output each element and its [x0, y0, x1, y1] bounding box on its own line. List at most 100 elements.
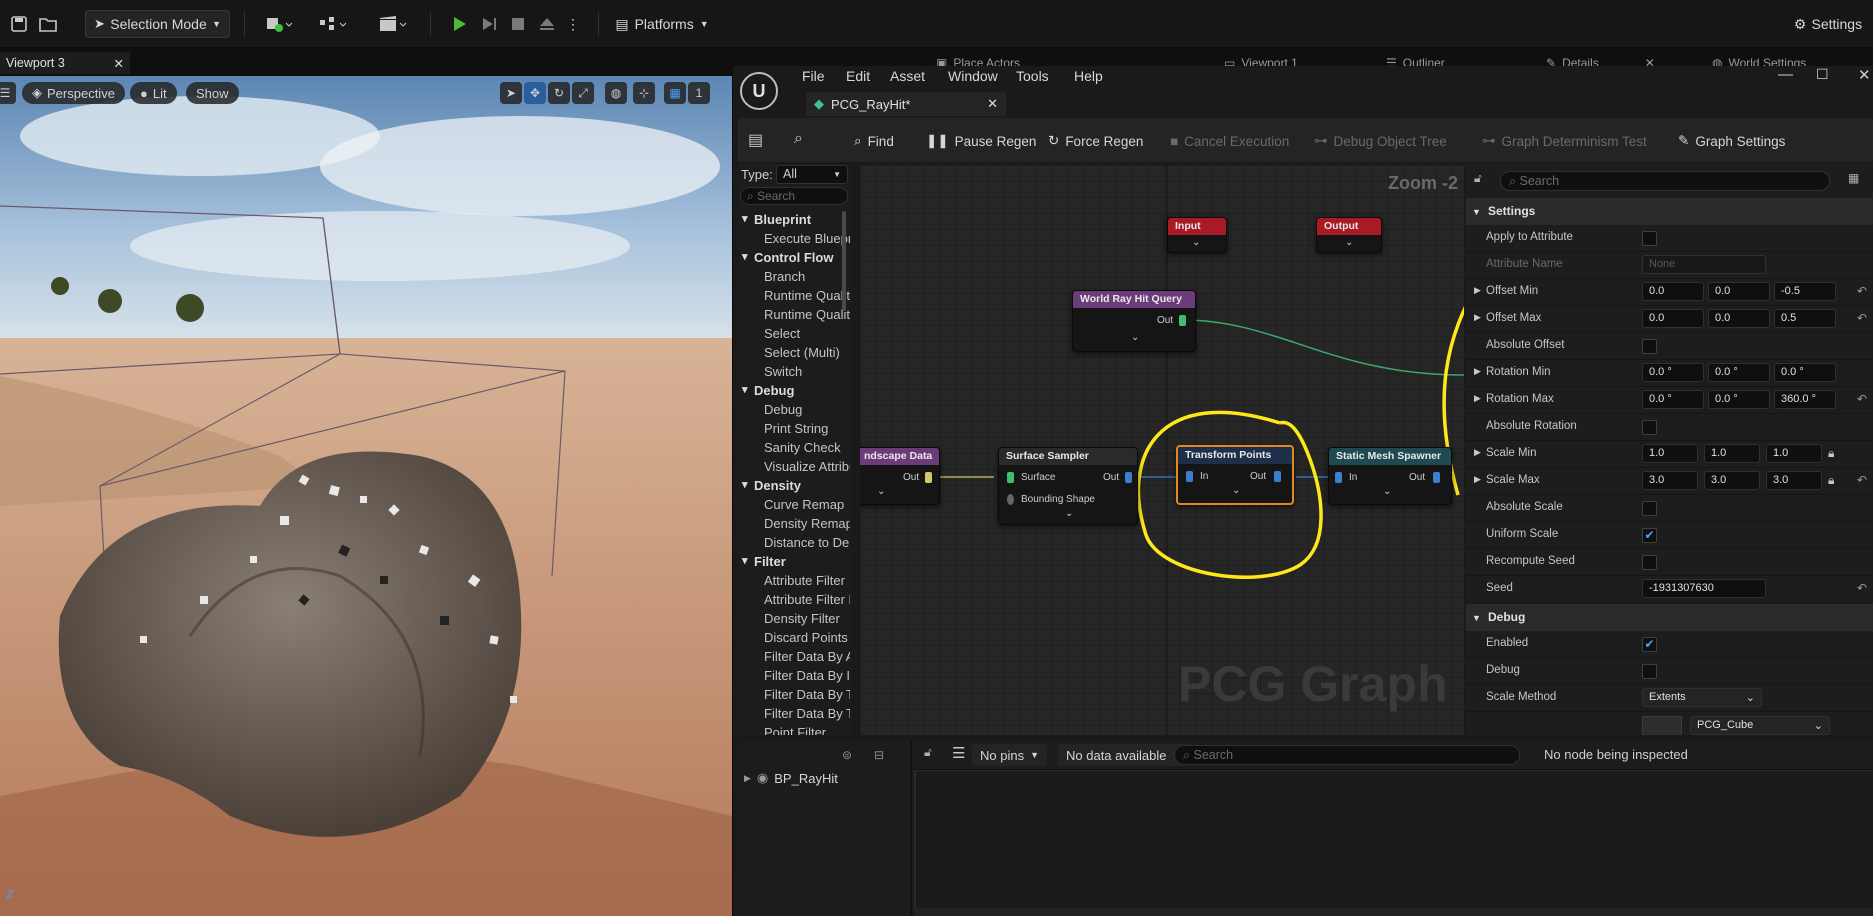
chevron-down-icon[interactable]: ⌄: [1345, 237, 1353, 248]
chevron-down-icon[interactable]: ⌄: [1232, 485, 1240, 496]
node-landscape-data[interactable]: ndscape Data Out ⌄: [860, 447, 940, 505]
palette-item[interactable]: Curve Remap: [764, 497, 850, 512]
enabled-checkbox[interactable]: ✔: [1642, 637, 1657, 652]
filter-icon[interactable]: ☰: [952, 744, 965, 762]
uniform-scale-checkbox[interactable]: ✔: [1642, 528, 1657, 543]
menu-help[interactable]: Help: [1074, 68, 1103, 84]
palette-item[interactable]: Discard Points: [764, 630, 850, 645]
rotation-min-z[interactable]: 0.0 °: [1774, 363, 1836, 382]
chevron-right-icon[interactable]: ▶: [1474, 447, 1481, 458]
offset-min-y[interactable]: 0.0: [1708, 282, 1770, 301]
lock-icon[interactable]: 🔒︎: [1828, 446, 1834, 461]
close-window-icon[interactable]: ✕: [1858, 66, 1871, 84]
content-browser-icon[interactable]: [34, 10, 62, 38]
data-dropdown[interactable]: No data available▼: [1058, 744, 1190, 766]
palette-category[interactable]: ▾ Filter: [742, 554, 786, 569]
attribute-name-field[interactable]: None: [1642, 255, 1766, 274]
offset-max-z[interactable]: 0.5: [1774, 309, 1836, 328]
palette-item[interactable]: Filter Data By Tag: [764, 687, 850, 702]
surface-snap-icon[interactable]: ⊹: [633, 82, 655, 104]
palette-item[interactable]: Select: [764, 326, 850, 341]
save-icon[interactable]: ▤: [748, 130, 763, 150]
tab-pcg-rayhit[interactable]: ◆ PCG_RayHit* ✕: [806, 92, 1006, 116]
grid-snap-icon[interactable]: ▦: [664, 82, 686, 104]
determinism-test-button[interactable]: ⊶ Graph Determinism Test: [1482, 130, 1647, 152]
node-output[interactable]: Output ⌄: [1316, 217, 1382, 253]
output-pin[interactable]: [1179, 315, 1186, 326]
reset-icon[interactable]: ↶: [1857, 311, 1867, 325]
palette-item[interactable]: Filter Data By Index: [764, 668, 850, 683]
table-view-icon[interactable]: ▦: [1848, 171, 1859, 185]
step-icon[interactable]: [476, 10, 502, 38]
debug-section-header[interactable]: ▼ Debug: [1466, 604, 1873, 631]
debug-object-tree-button[interactable]: ⊶ Debug Object Tree: [1314, 130, 1447, 152]
palette-item[interactable]: Debug: [764, 402, 850, 417]
blueprint-icon[interactable]: [312, 10, 354, 38]
palette-category[interactable]: ▾ Density: [742, 478, 801, 493]
save-all-icon[interactable]: [6, 10, 32, 38]
scale-min-z[interactable]: 1.0: [1766, 444, 1822, 463]
menu-asset[interactable]: Asset: [890, 68, 925, 84]
scale-min-x[interactable]: 1.0: [1642, 444, 1698, 463]
palette-search-input[interactable]: ⌕ Search: [740, 187, 848, 205]
palette-item[interactable]: Execute Blueprint: [764, 231, 850, 246]
palette-item[interactable]: Switch: [764, 364, 850, 379]
palette-item[interactable]: Density Remap: [764, 516, 850, 531]
absolute-rotation-checkbox[interactable]: [1642, 420, 1657, 435]
bounding-pin[interactable]: [1007, 494, 1014, 505]
platforms-dropdown[interactable]: ▤ Platforms ▼: [612, 10, 712, 38]
menu-edit[interactable]: Edit: [846, 68, 870, 84]
inspector-scrollbar[interactable]: [914, 908, 1873, 916]
play-icon[interactable]: [446, 10, 472, 38]
eject-icon[interactable]: [534, 10, 560, 38]
settings-button[interactable]: ⚙ Settings: [1786, 10, 1870, 38]
chevron-down-icon[interactable]: ⌄: [1383, 486, 1391, 497]
apply-to-attribute-checkbox[interactable]: [1642, 231, 1657, 246]
add-actor-icon[interactable]: [258, 10, 300, 38]
palette-item[interactable]: Filter Data By Attribute: [764, 649, 850, 664]
translate-tool-icon[interactable]: ✥: [524, 82, 546, 104]
reset-icon[interactable]: ↶: [1857, 581, 1867, 595]
menu-file[interactable]: File: [802, 68, 825, 84]
palette-category[interactable]: ▾ Blueprint: [742, 212, 811, 227]
perspective-button[interactable]: ◈ Perspective: [22, 82, 125, 104]
offset-min-x[interactable]: 0.0: [1642, 282, 1704, 301]
seed-field[interactable]: -1931307630: [1642, 579, 1766, 598]
type-select[interactable]: All ▼: [776, 165, 848, 184]
absolute-scale-checkbox[interactable]: [1642, 501, 1657, 516]
node-world-ray-hit-query[interactable]: World Ray Hit Query Out ⌄: [1072, 290, 1196, 352]
palette-item[interactable]: Visualize Attribute: [764, 459, 850, 474]
chevron-right-icon[interactable]: ▶: [1474, 474, 1481, 485]
close-icon[interactable]: ✕: [114, 56, 124, 71]
scale-method-select[interactable]: Extents ⌄: [1642, 688, 1762, 707]
more-options-icon[interactable]: ⋮: [562, 10, 584, 38]
expand-all-icon[interactable]: ⊟: [874, 748, 884, 762]
reset-icon[interactable]: ↶: [1857, 392, 1867, 406]
palette-item[interactable]: Distance to Density: [764, 535, 850, 550]
palette-item[interactable]: Attribute Filter Range: [764, 592, 850, 607]
show-button[interactable]: Show: [186, 82, 239, 104]
lit-button[interactable]: ● Lit: [130, 82, 177, 104]
chevron-down-icon[interactable]: ⌄: [1065, 508, 1073, 519]
rotation-max-y[interactable]: 0.0 °: [1708, 390, 1770, 409]
chevron-right-icon[interactable]: ▶: [1474, 285, 1481, 296]
chevron-right-icon[interactable]: ▶: [1474, 312, 1481, 323]
rotation-max-x[interactable]: 0.0 °: [1642, 390, 1704, 409]
input-pin[interactable]: [1186, 471, 1193, 482]
surface-pin[interactable]: [1007, 472, 1014, 483]
output-pin[interactable]: [1433, 472, 1440, 483]
reset-icon[interactable]: ↶: [1857, 473, 1867, 487]
mesh-select[interactable]: PCG_Cube ⌄: [1690, 716, 1830, 735]
lock-icon[interactable]: 🔒︎: [1828, 473, 1834, 488]
world-space-icon[interactable]: ◍: [605, 82, 627, 104]
chevron-right-icon[interactable]: ▶: [1474, 366, 1481, 377]
palette-category[interactable]: ▾ Debug: [742, 383, 794, 398]
palette-item[interactable]: Attribute Filter: [764, 573, 850, 588]
chevron-down-icon[interactable]: ⌄: [877, 486, 885, 497]
menu-tools[interactable]: Tools: [1016, 68, 1049, 84]
grid-snap-value[interactable]: 1: [688, 82, 710, 104]
node-transform-points[interactable]: Transform Points In Out ⌄: [1176, 445, 1294, 505]
rotation-max-z[interactable]: 360.0 °: [1774, 390, 1836, 409]
collapse-all-icon[interactable]: ⊜: [842, 748, 852, 762]
scale-min-y[interactable]: 1.0: [1704, 444, 1760, 463]
